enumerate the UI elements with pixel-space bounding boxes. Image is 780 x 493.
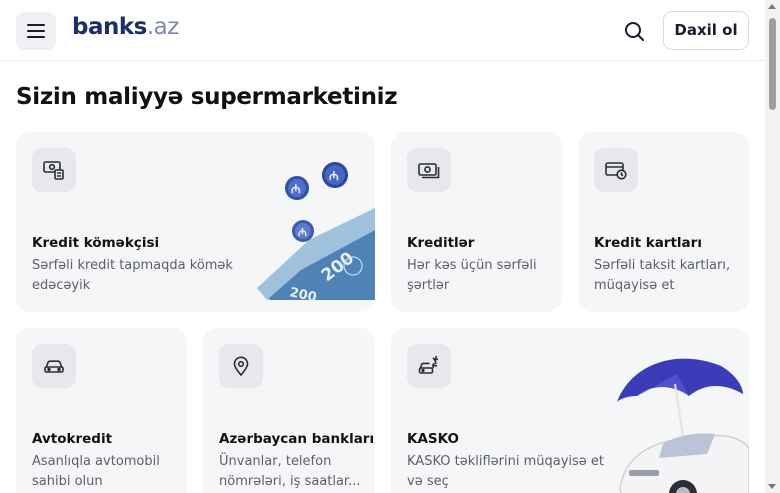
car-insurance-icon <box>418 355 439 374</box>
card-credit-helper[interactable]: Kredit köməkçisi Sərfəli kredit tapmaqda… <box>16 132 375 312</box>
svg-text:₼: ₼ <box>291 182 301 196</box>
card-credit-cards[interactable]: Kredit kartları Sərfəli taksit kartları,… <box>578 132 749 312</box>
card-car-loan[interactable]: Avtokredit Asanlıqla avtomobil sahibi ol… <box>16 328 187 493</box>
card-description: Asanlıqla avtomobil sahibi olun <box>32 454 160 489</box>
menu-line-icon <box>27 24 45 26</box>
cash-icon <box>418 163 440 179</box>
card-loans[interactable]: Kreditlər Hər kəs üçün sərfəli şərtlər <box>391 132 562 312</box>
card-title: Kreditlər <box>407 235 475 251</box>
logo-suffix: .az <box>146 14 179 40</box>
credit-card-clock-icon <box>605 162 627 180</box>
scrollbar-thumb[interactable] <box>769 18 776 110</box>
scroll-up-arrow-icon[interactable] <box>768 4 776 9</box>
card-description: Sərfəli kredit tapmaqda kömək edəcəyik <box>32 258 233 293</box>
banknotes-image: 200 200 <box>257 208 375 306</box>
hamburger-menu-button[interactable] <box>16 12 56 50</box>
car-insurance-icon-box <box>407 344 451 388</box>
car-icon-box <box>32 344 76 388</box>
credit-helper-icon <box>43 161 64 180</box>
card-title: KASKO <box>407 431 459 447</box>
card-banks-directory[interactable]: Azərbaycan bankları Ünvanlar, telefon nö… <box>203 328 375 493</box>
login-button[interactable]: Daxil ol <box>663 11 749 50</box>
card-title: Avtokredit <box>32 431 113 447</box>
svg-text:₼: ₼ <box>298 226 307 239</box>
umbrella-car-illustration <box>617 358 749 493</box>
card-title: Kredit köməkçisi <box>32 235 160 251</box>
credit-helper-icon-box <box>32 148 76 192</box>
card-description: Ünvanlar, telefon nömrələri, iş saatlar.… <box>219 454 361 489</box>
search-button[interactable] <box>620 17 648 45</box>
card-description: KASKO təkliflərini müqayisə et və seç <box>407 454 605 489</box>
top-header: banks.az Daxil ol <box>0 0 765 61</box>
card-title: Kredit kartları <box>594 235 702 251</box>
menu-line-icon <box>27 30 45 32</box>
card-description: Sərfəli taksit kartları, müqayisə et <box>594 258 731 293</box>
menu-line-icon <box>27 36 45 38</box>
logo-text: banks <box>72 14 147 40</box>
credit-card-icon-box <box>594 148 638 192</box>
location-pin-icon-box <box>219 344 263 388</box>
card-title: Azərbaycan bankları <box>219 431 375 447</box>
card-kasko[interactable]: KASKO KASKO təkliflərini müqayisə et və … <box>391 328 749 493</box>
svg-text:₼: ₼ <box>329 169 339 183</box>
cash-icon-box <box>407 148 451 192</box>
money-illustration: 200 200 ₼ ₼ ₼ <box>257 162 375 306</box>
search-icon <box>625 22 644 41</box>
white-car-image <box>619 433 749 493</box>
scroll-down-arrow-icon[interactable] <box>768 484 776 489</box>
page-title: Sizin maliyyə supermarketiniz <box>16 84 398 110</box>
page-scrollbar[interactable] <box>765 0 780 493</box>
car-icon <box>44 360 64 373</box>
location-pin-icon <box>233 356 249 377</box>
site-logo[interactable]: banks.az <box>72 14 179 40</box>
card-description: Hər kəs üçün sərfəli şərtlər <box>407 258 537 293</box>
